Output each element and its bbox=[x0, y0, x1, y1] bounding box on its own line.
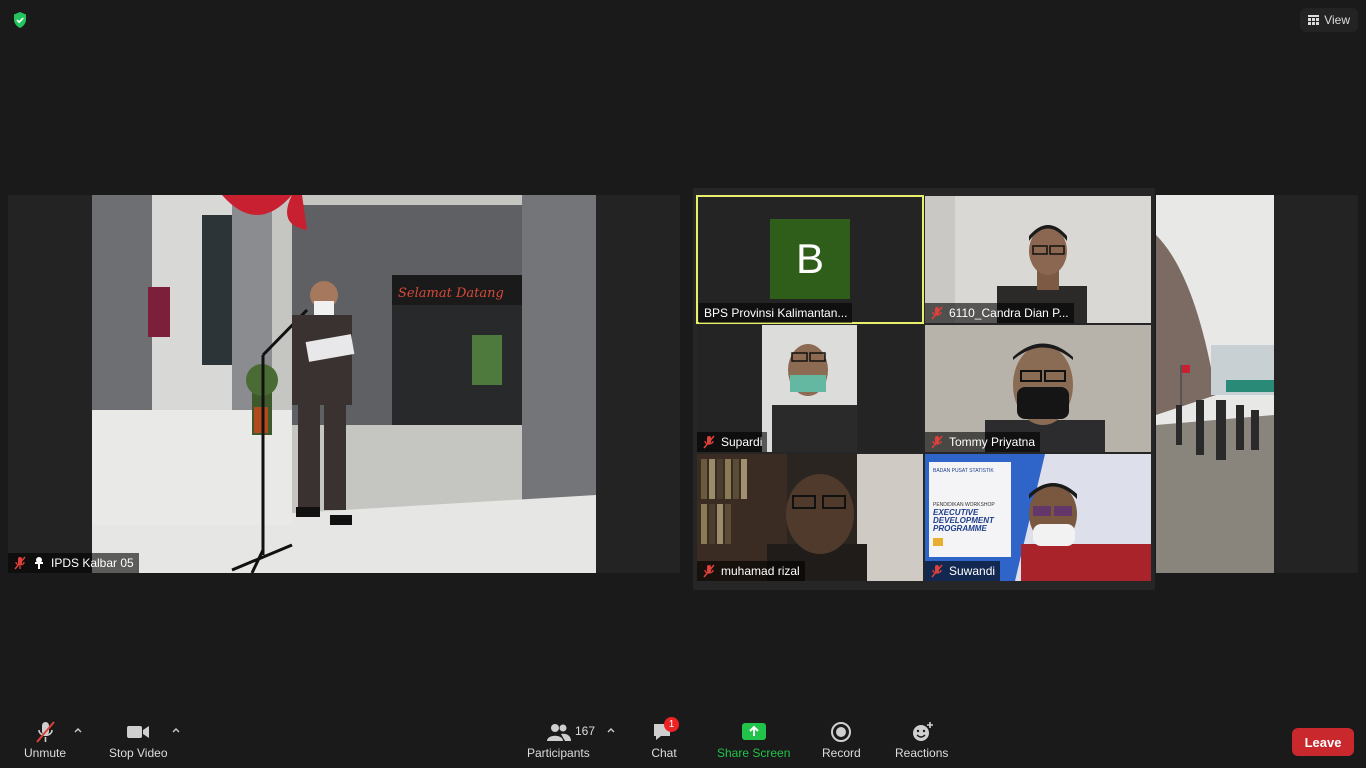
mic-muted-icon bbox=[36, 721, 55, 743]
mic-muted-icon bbox=[703, 435, 715, 449]
participants-label: Participants bbox=[527, 746, 590, 760]
participant-name-tag: Suwandi bbox=[925, 561, 1001, 581]
participant-name: BPS Provinsi Kalimantan... bbox=[704, 306, 848, 320]
participant-tile[interactable]: B BPS Provinsi Kalimantan... bbox=[696, 195, 924, 324]
welcome-sign: Selamat Datang bbox=[398, 286, 504, 301]
avatar: B bbox=[770, 219, 850, 299]
participant-tile[interactable]: muhamad rizal bbox=[697, 454, 923, 581]
participant-name: muhamad rizal bbox=[721, 564, 800, 578]
banner-line: BADAN PUSAT STATISTIK bbox=[933, 468, 994, 474]
participant-name: Tommy Priyatna bbox=[949, 435, 1036, 449]
record-label: Record bbox=[822, 746, 861, 760]
pin-icon bbox=[35, 557, 43, 569]
stop-video-button[interactable]: Stop Video bbox=[109, 720, 168, 760]
participant-name-tag: 6110_Candra Dian P... bbox=[925, 303, 1074, 323]
reactions-icon bbox=[912, 722, 933, 741]
video-background bbox=[1274, 195, 1358, 573]
top-bar: View bbox=[0, 0, 1366, 40]
participant-name: 6110_Candra Dian P... bbox=[949, 306, 1069, 320]
participant-tile[interactable]: Supardi bbox=[697, 325, 923, 452]
view-label: View bbox=[1324, 13, 1350, 27]
mic-muted-icon bbox=[703, 564, 715, 578]
record-icon bbox=[831, 722, 852, 742]
record-button[interactable]: Record bbox=[822, 720, 861, 760]
chevron-up-icon[interactable] bbox=[73, 726, 83, 734]
participant-name-tag: Tommy Priyatna bbox=[925, 432, 1041, 452]
unmute-label: Unmute bbox=[24, 746, 67, 760]
stop-video-label: Stop Video bbox=[109, 746, 168, 760]
secondary-video[interactable] bbox=[1156, 195, 1274, 573]
participant-name: Supardi bbox=[721, 435, 763, 449]
mic-muted-icon bbox=[931, 435, 943, 449]
chevron-up-icon[interactable] bbox=[606, 726, 616, 734]
share-screen-icon bbox=[741, 723, 766, 740]
chevron-up-icon[interactable] bbox=[171, 726, 181, 734]
speaker-name: IPDS Kalbar 05 bbox=[51, 556, 134, 570]
participant-name-tag: Supardi bbox=[697, 432, 768, 452]
participants-icon bbox=[547, 724, 572, 741]
participant-tile[interactable]: Tommy Priyatna bbox=[925, 325, 1151, 452]
view-button[interactable]: View bbox=[1300, 8, 1358, 32]
shield-icon[interactable] bbox=[10, 10, 30, 30]
share-screen-button[interactable]: Share Screen bbox=[717, 720, 790, 760]
speaker-video[interactable]: Selamat Datang bbox=[92, 195, 596, 573]
mic-muted-icon bbox=[931, 306, 943, 320]
participant-tile[interactable]: 6110_Candra Dian P... bbox=[925, 196, 1151, 323]
meeting-toolbar: Unmute Stop Video 167 Participants 1 Cha… bbox=[0, 708, 1366, 768]
chat-button[interactable]: 1 Chat bbox=[650, 717, 679, 760]
participant-tile[interactable]: BADAN PUSAT STATISTIK PENDIDIKAN WORKSHO… bbox=[925, 454, 1151, 581]
gallery-panel: B BPS Provinsi Kalimantan... 6110_Candra… bbox=[693, 188, 1155, 590]
video-camera-icon bbox=[127, 726, 150, 738]
participant-name-tag: muhamad rizal bbox=[697, 561, 805, 581]
banner-line: PROGRAMME bbox=[933, 524, 987, 533]
secondary-video-scene bbox=[1156, 195, 1274, 573]
reactions-button[interactable]: Reactions bbox=[895, 720, 948, 760]
chat-badge: 1 bbox=[664, 717, 679, 732]
mic-muted-icon bbox=[14, 556, 26, 570]
participant-name: Suwandi bbox=[949, 564, 996, 578]
share-screen-label: Share Screen bbox=[717, 746, 791, 760]
speaker-name-tag: IPDS Kalbar 05 bbox=[8, 553, 139, 573]
participants-button[interactable]: 167 Participants bbox=[527, 720, 595, 760]
mic-muted-icon bbox=[931, 564, 943, 578]
grid-icon bbox=[1308, 14, 1320, 25]
unmute-button[interactable]: Unmute bbox=[24, 720, 66, 760]
participants-count: 167 bbox=[575, 724, 596, 738]
speaker-video-scene: Selamat Datang bbox=[92, 195, 596, 573]
speaker-panel: Selamat Datang IPDS Kalbar 05 bbox=[8, 195, 680, 573]
leave-button[interactable]: Leave bbox=[1292, 728, 1354, 756]
participant-name-tag: BPS Provinsi Kalimantan... bbox=[699, 303, 853, 323]
reactions-label: Reactions bbox=[895, 746, 949, 760]
chat-label: Chat bbox=[651, 746, 677, 760]
